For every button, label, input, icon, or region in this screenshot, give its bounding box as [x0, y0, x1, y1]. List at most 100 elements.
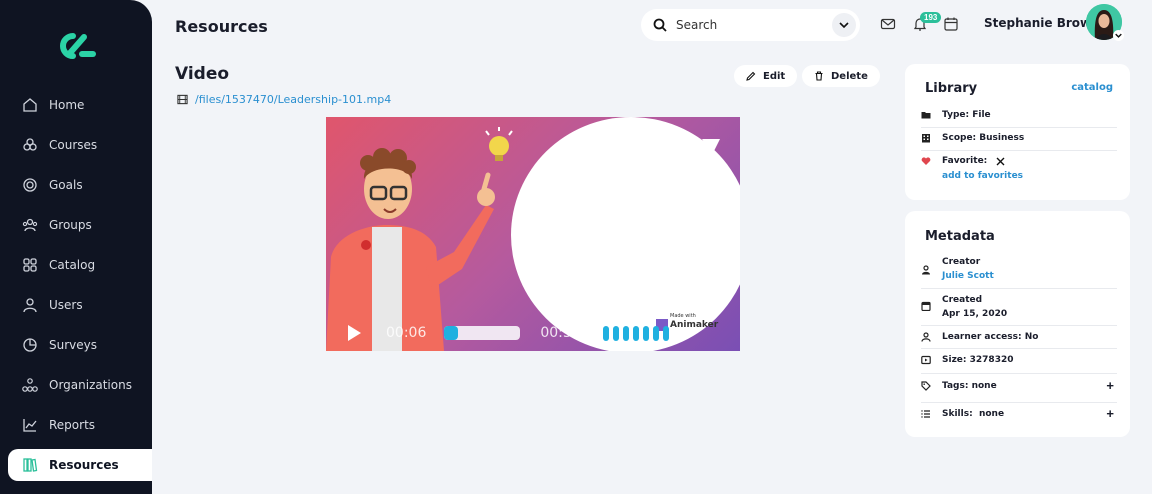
- search-dropdown-button[interactable]: [832, 13, 856, 37]
- catalog-link[interactable]: catalog: [1071, 82, 1113, 93]
- pie-chart-icon: [23, 338, 37, 352]
- home-icon: [23, 98, 37, 112]
- sidebar-item-users[interactable]: Users: [0, 285, 152, 325]
- sidebar-item-label: Catalog: [49, 258, 96, 272]
- sidebar-item-groups[interactable]: Groups: [0, 205, 152, 245]
- divider: [921, 325, 1117, 326]
- sidebar-item-label: Resources: [49, 458, 119, 472]
- delete-label: Delete: [831, 70, 868, 82]
- tags-value: Tags: none: [942, 381, 997, 391]
- sidebar-item-reports[interactable]: Reports: [0, 405, 152, 445]
- seek-bar[interactable]: [444, 326, 521, 340]
- creator-label: Creator: [942, 257, 981, 267]
- user-icon: [922, 265, 930, 275]
- target-icon: [23, 178, 37, 192]
- line-chart-icon: [23, 419, 37, 432]
- app-logo[interactable]: [56, 31, 96, 61]
- size-value: Size: 3278320: [942, 355, 1014, 365]
- divider: [921, 348, 1117, 349]
- mail-icon[interactable]: [880, 16, 896, 32]
- books-icon: [23, 458, 38, 472]
- divider: [921, 127, 1117, 128]
- search-input[interactable]: Search: [676, 18, 717, 32]
- divider: [921, 150, 1117, 151]
- scope-row: Scope: Business: [921, 133, 1117, 143]
- sidebar-item-catalog[interactable]: Catalog: [0, 245, 152, 285]
- user-icon: [921, 332, 931, 342]
- created-date: Apr 15, 2020: [942, 309, 1008, 319]
- divider: [921, 288, 1117, 289]
- sidebar-item-organizations[interactable]: Organizations: [0, 365, 152, 405]
- duration-time: 00:30: [540, 325, 581, 341]
- edit-button[interactable]: Edit: [734, 65, 798, 87]
- learner-access-value: Learner access: No: [942, 332, 1039, 342]
- learner-access-row: Learner access: No: [921, 332, 1117, 342]
- film-icon: [177, 94, 188, 105]
- pencil-icon: [746, 71, 756, 81]
- video-player[interactable]: 00:06 00:30 ⤢ Made with Animaker: [326, 117, 740, 351]
- sidebar-nav: Home Courses Goals Groups Catalog Users …: [0, 85, 152, 481]
- scope-value: Scope: Business: [942, 133, 1025, 143]
- building-icon: [922, 134, 930, 143]
- sidebar-item-home[interactable]: Home: [0, 85, 152, 125]
- sidebar-item-label: Reports: [49, 418, 96, 432]
- favorite-label: Favorite:: [942, 156, 988, 166]
- created-label: Created: [942, 295, 983, 305]
- search-bar[interactable]: Search: [641, 9, 860, 41]
- sidebar: Home Courses Goals Groups Catalog Users …: [0, 0, 152, 494]
- heart-icon: [921, 157, 931, 165]
- sidebar-item-label: Surveys: [49, 338, 97, 352]
- add-skill-button[interactable]: +: [1106, 406, 1114, 421]
- library-card: Library catalog Type: File Scope: Busine…: [905, 64, 1130, 200]
- edit-label: Edit: [763, 70, 786, 82]
- metadata-title: Metadata: [925, 229, 995, 244]
- metadata-card: Metadata Creator Julie Scott Created Apr 1…: [905, 211, 1130, 437]
- trash-icon: [815, 71, 823, 81]
- page-title: Resources: [175, 17, 268, 36]
- calendar-icon: [921, 301, 931, 311]
- delete-button[interactable]: Delete: [802, 65, 880, 87]
- type-row: Type: File: [921, 110, 1117, 120]
- tag-icon: [921, 381, 931, 391]
- sidebar-item-label: Courses: [49, 138, 98, 152]
- section-heading: Video: [175, 64, 230, 84]
- creator-row: Creator Julie Scott: [921, 257, 1117, 281]
- user-menu-caret[interactable]: [1113, 30, 1124, 41]
- sidebar-item-label: Groups: [49, 218, 92, 232]
- seek-bar-fill: [444, 326, 459, 340]
- file-path-text: /files/1537470/Leadership-101.mp4: [195, 93, 392, 106]
- created-group: Created Apr 15, 2020: [942, 295, 1007, 319]
- file-path-link[interactable]: /files/1537470/Leadership-101.mp4: [177, 93, 391, 106]
- video-file-icon: [921, 355, 931, 365]
- org-tree-icon: [22, 378, 38, 392]
- watermark: Animaker: [670, 320, 719, 330]
- divider: [921, 373, 1117, 374]
- add-tag-button[interactable]: +: [1106, 378, 1114, 393]
- creator-name-link[interactable]: Julie Scott: [942, 271, 994, 281]
- close-icon[interactable]: [996, 157, 1005, 166]
- current-time: 00:06: [386, 325, 427, 341]
- add-to-favorites-link[interactable]: add to favorites: [942, 171, 1023, 181]
- sidebar-item-label: Goals: [49, 178, 83, 192]
- sidebar-item-label: Users: [49, 298, 83, 312]
- sidebar-item-surveys[interactable]: Surveys: [0, 325, 152, 365]
- users-group-icon: [22, 218, 38, 232]
- library-title: Library: [925, 81, 978, 96]
- type-value: Type: File: [942, 110, 991, 120]
- play-icon[interactable]: [344, 323, 364, 343]
- notification-badge: 193: [920, 12, 942, 23]
- sidebar-item-resources[interactable]: Resources: [8, 449, 152, 481]
- skills-row: Skills: none: [921, 409, 1117, 419]
- tags-row: Tags: none: [921, 381, 1117, 391]
- chevron-down-icon: [839, 22, 849, 29]
- sidebar-item-label: Organizations: [49, 378, 132, 392]
- user-name[interactable]: Stephanie Brown: [984, 16, 1100, 30]
- search-icon: [653, 18, 667, 32]
- folder-icon: [921, 112, 931, 119]
- favorite-row: Favorite:: [921, 156, 1117, 166]
- sidebar-item-courses[interactable]: Courses: [0, 125, 152, 165]
- user-icon: [23, 298, 37, 313]
- sidebar-item-goals[interactable]: Goals: [0, 165, 152, 205]
- list-icon: [921, 410, 930, 418]
- calendar-icon[interactable]: [943, 16, 959, 32]
